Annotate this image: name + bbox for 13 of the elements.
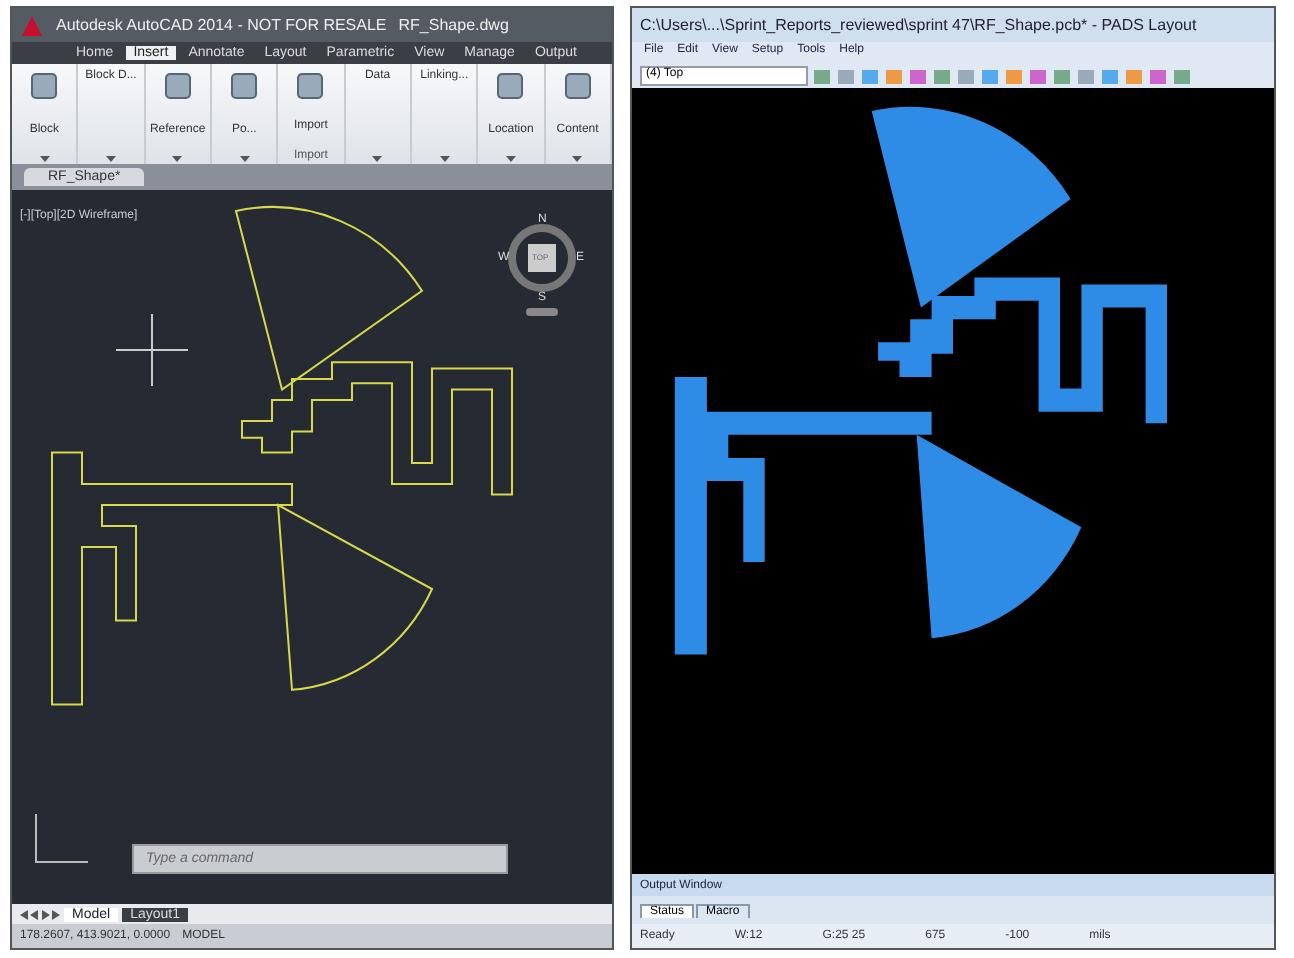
ribbon-tool-icon xyxy=(161,70,194,102)
ribbon-tool-icon xyxy=(494,70,527,102)
window-title: Autodesk AutoCAD 2014 - NOT FOR RESALE xyxy=(56,16,387,34)
ribbon-tool-icon xyxy=(294,70,327,102)
ribbon-tool-icon xyxy=(561,70,594,102)
window-title: C:\Users\...\Sprint_Reports_reviewed\sprint 47\RF_Shape.pcb* - PADS Layout xyxy=(640,16,1197,34)
ribbon-tool-icon xyxy=(228,70,261,102)
app-logo-icon xyxy=(20,13,44,37)
file-name: RF_Shape.dwg xyxy=(398,16,509,34)
ribbon-tool-icon xyxy=(28,70,61,102)
toolbar-icons-drawing[interactable] xyxy=(814,67,1194,85)
crosshair-cursor-icon xyxy=(116,314,188,386)
tab-navigation-icon[interactable] xyxy=(20,909,60,919)
